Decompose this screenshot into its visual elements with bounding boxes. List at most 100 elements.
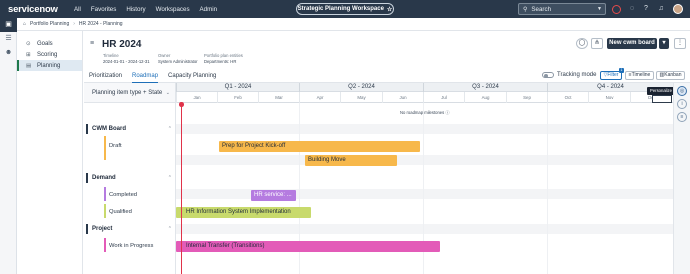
meta-label: Portfolio plan entities <box>204 53 243 58</box>
state-draft: Draft <box>102 136 176 160</box>
global-search[interactable]: ⚲ Search ▼ <box>518 3 606 15</box>
state-label: Draft <box>109 143 122 149</box>
roadmap-item-prep-kickoff[interactable]: Prep for Project Kick-off <box>219 141 420 152</box>
row-stripe <box>176 124 673 134</box>
month-aug: Aug <box>464 92 506 103</box>
breadcrumb-separator: › <box>73 21 75 27</box>
record-icon[interactable] <box>612 4 621 14</box>
info-icon[interactable]: i <box>677 99 687 109</box>
top-nav: servicenow All Favorites History Workspa… <box>0 0 690 18</box>
chat-icon[interactable]: ◌ <box>627 4 637 14</box>
people-icon[interactable]: ☻ <box>0 46 17 60</box>
search-icon: ⚲ <box>523 6 528 13</box>
grouping-column: Planning item type + State ⌄ CWM Board ⌃… <box>84 83 176 274</box>
new-cwm-board-button[interactable]: New cwm board <box>607 38 657 49</box>
group-project[interactable]: Project ⌃ <box>84 224 176 234</box>
grouping-selector[interactable]: Planning item type + State ⌄ <box>84 83 175 103</box>
row-stripe <box>176 224 673 234</box>
toggle-switch[interactable] <box>542 72 554 78</box>
roadmap-item-internal-transfer[interactable]: Internal Transfer (Transitions) <box>176 241 440 252</box>
star-icon[interactable]: ☆ <box>387 6 392 13</box>
filter-count-badge: 1 <box>619 68 624 73</box>
tab-prioritization[interactable]: Prioritization <box>89 70 122 83</box>
sidebar-item-goals[interactable]: ⊙ Goals <box>17 38 82 49</box>
collapse-icon[interactable]: ≡ <box>90 40 94 47</box>
group-cwm-board[interactable]: CWM Board ⌃ <box>84 124 176 134</box>
personalize-tooltip: Personalize <box>647 87 675 95</box>
state-completed: Completed <box>102 187 176 201</box>
month-may: May <box>340 92 382 103</box>
chevron-up-icon[interactable]: ⌃ <box>168 126 172 132</box>
quarter-q3: Q3 - 2024 <box>423 83 547 92</box>
utility-rail: ◎ i ≡ <box>673 83 690 274</box>
page-title: HR 2024 <box>102 39 142 50</box>
state-label: Qualified <box>109 209 132 215</box>
sidebar-item-scoring[interactable]: ⊞ Scoring <box>17 49 82 60</box>
bell-icon[interactable]: ♫ <box>656 4 666 14</box>
sidebar-item-planning[interactable]: ▤ Planning <box>17 60 82 71</box>
side-nav: ⊙ Goals ⊞ Scoring ▤ Planning <box>17 31 83 274</box>
servicenow-logo[interactable]: servicenow <box>8 4 66 15</box>
main-menu: All Favorites History Workspaces Admin <box>74 6 227 13</box>
menu-history[interactable]: History <box>126 6 145 13</box>
tab-capacity-planning[interactable]: Capacity Planning <box>168 70 216 83</box>
list-icon[interactable]: ☰ <box>0 32 17 46</box>
menu-all[interactable]: All <box>74 6 81 13</box>
timeline-view-button[interactable]: ≡Timeline <box>625 71 654 80</box>
workspace-title: Strategic Planning Workspace <box>297 6 384 12</box>
quarter-q2: Q2 - 2024 <box>299 83 423 92</box>
month-jun: Jun <box>382 92 423 103</box>
menu-favorites[interactable]: Favorites <box>91 6 116 13</box>
group-label: Demand <box>92 175 116 181</box>
roadmap-item-hr-service[interactable]: HR service: ... <box>251 190 296 201</box>
menu-workspaces[interactable]: Workspaces <box>156 6 190 13</box>
breadcrumb-portfolio[interactable]: Portfolio Planning <box>30 21 69 27</box>
menu-admin[interactable]: Admin <box>200 6 218 13</box>
chevron-down-icon[interactable]: ⌄ <box>166 90 170 96</box>
help-icon[interactable]: ? <box>641 4 651 14</box>
group-label: CWM Board <box>92 126 126 132</box>
avatar[interactable] <box>673 4 683 14</box>
tracking-mode-toggle[interactable]: Tracking mode <box>542 72 596 78</box>
tracking-mode-label: Tracking mode <box>557 72 597 78</box>
more-icon[interactable]: ⋮ <box>674 38 686 49</box>
comment-button[interactable]: ◯ <box>576 38 588 49</box>
state-label: Completed <box>109 192 138 198</box>
settings-icon[interactable]: ≡ <box>677 112 687 122</box>
meta-label: Timeline <box>103 53 119 58</box>
state-label: Work in Progress <box>109 243 154 249</box>
roadmap-item-building-move[interactable]: Building Move <box>305 155 397 166</box>
info-icon[interactable]: ⓘ <box>445 110 449 115</box>
chevron-up-icon[interactable]: ⌃ <box>168 226 172 232</box>
meta-label: Owner <box>158 53 171 58</box>
month-jul: Jul <box>423 92 464 103</box>
left-rail: ▣ ☰ ☻ <box>0 18 17 274</box>
sidebar-item-label: Goals <box>37 40 53 47</box>
breadcrumb-current: HR 2024 - Planning <box>78 21 123 27</box>
kanban-view-button[interactable]: ▥Kanban <box>656 71 685 80</box>
briefcase-icon[interactable]: ▣ <box>0 18 17 32</box>
meta-value: System Administrator <box>158 58 198 64</box>
chevron-down-icon[interactable]: ▼ <box>597 6 602 12</box>
meta-value: Departments: HR <box>204 58 237 64</box>
chevron-up-icon[interactable]: ⌃ <box>168 175 172 181</box>
personalize-icon[interactable]: ◎ <box>677 86 687 96</box>
tab-roadmap[interactable]: Roadmap <box>132 70 159 83</box>
no-milestones-label: No roadmap milestones <box>400 110 445 115</box>
chevron-down-icon[interactable]: ▾ <box>659 38 669 49</box>
today-marker <box>179 102 184 107</box>
home-icon[interactable]: ⌂ <box>23 21 26 27</box>
state-color-bar <box>104 238 106 252</box>
workspace-switcher[interactable]: Strategic Planning Workspace ☆ <box>296 3 394 15</box>
roadmap-item-hris[interactable]: HR Information System Implementation <box>176 207 311 218</box>
sidebar-item-label: Planning <box>37 62 61 69</box>
month-oct: Oct <box>547 92 588 103</box>
group-label: Project <box>92 226 113 232</box>
group-marker <box>86 224 88 234</box>
share-button[interactable]: ⋔ <box>591 38 603 49</box>
group-demand[interactable]: Demand ⌃ <box>84 173 176 183</box>
kanban-label: Kanban <box>664 72 682 78</box>
quarter-q1: Q1 - 2024 <box>176 83 299 92</box>
group-marker <box>86 124 88 134</box>
month-mar: Mar <box>258 92 299 103</box>
